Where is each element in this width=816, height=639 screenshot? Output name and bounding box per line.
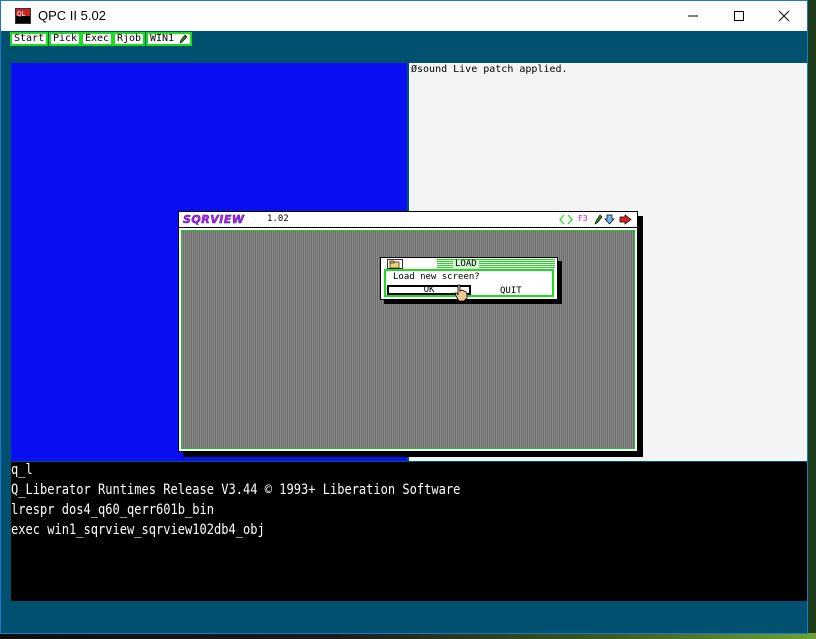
- menu-exec-button[interactable]: Exec: [81, 32, 114, 46]
- load-dialog-content: Load new screen? OK QUIT: [384, 269, 554, 297]
- minimize-icon: [688, 15, 698, 17]
- qpc-app-icon: QL: [15, 8, 31, 24]
- close-icon: [778, 10, 790, 22]
- minimize-button[interactable]: [670, 1, 716, 31]
- arrow-right-icon[interactable]: [619, 214, 632, 225]
- qpc-menubar: Start Pick Exec Rjob WIN1: [1, 31, 807, 63]
- chevrons-icon[interactable]: [559, 214, 573, 225]
- load-dialog: LOAD Load new screen? OK QUIT: [380, 257, 558, 300]
- pen-icon[interactable]: [593, 214, 603, 225]
- menu-win1-button[interactable]: WIN1: [146, 32, 193, 46]
- sound-message: Øsound Live patch applied.: [411, 64, 568, 75]
- hand-cursor-icon: [454, 284, 468, 302]
- sqrview-logo: SQRVIEW: [183, 213, 245, 226]
- console-line: exec win1_sqrview_sqrview102db4_obj: [11, 522, 265, 538]
- menu-win1-label: WIN1: [150, 33, 175, 44]
- arrow-down-icon[interactable]: [604, 214, 615, 225]
- f3-key-label[interactable]: F3: [578, 214, 588, 223]
- quit-button[interactable]: QUIT: [500, 286, 522, 296]
- load-dialog-title: LOAD: [453, 259, 479, 269]
- sqrview-window: SQRVIEW 1.02 F3: [178, 211, 638, 452]
- maximize-button[interactable]: [716, 1, 762, 31]
- sqrview-header[interactable]: SQRVIEW 1.02 F3: [179, 212, 637, 227]
- console-area[interactable]: q_l Q_Liberator Runtimes Release V3.44 ©…: [11, 462, 807, 601]
- folder-icon: [387, 259, 403, 269]
- close-button[interactable]: [761, 1, 807, 31]
- console-line: Q_Liberator Runtimes Release V3.44 © 199…: [11, 482, 461, 498]
- svg-text:SQRVIEW: SQRVIEW: [183, 213, 245, 226]
- sqrview-version: 1.02: [267, 214, 289, 224]
- maximize-icon: [734, 11, 744, 21]
- menu-pick-button[interactable]: Pick: [49, 32, 82, 46]
- menu-start-button[interactable]: Start: [10, 32, 49, 46]
- title-bar[interactable]: QL QPC II 5.02: [1, 1, 807, 31]
- console-line: lrespr dos4_q60_qerr601b_bin: [11, 502, 214, 518]
- window-title: QPC II 5.02: [38, 8, 106, 23]
- pen-icon: [179, 34, 188, 44]
- menu-rjob-button[interactable]: Rjob: [113, 32, 146, 46]
- load-message: Load new screen?: [393, 272, 480, 282]
- console-line: q_l: [11, 462, 33, 478]
